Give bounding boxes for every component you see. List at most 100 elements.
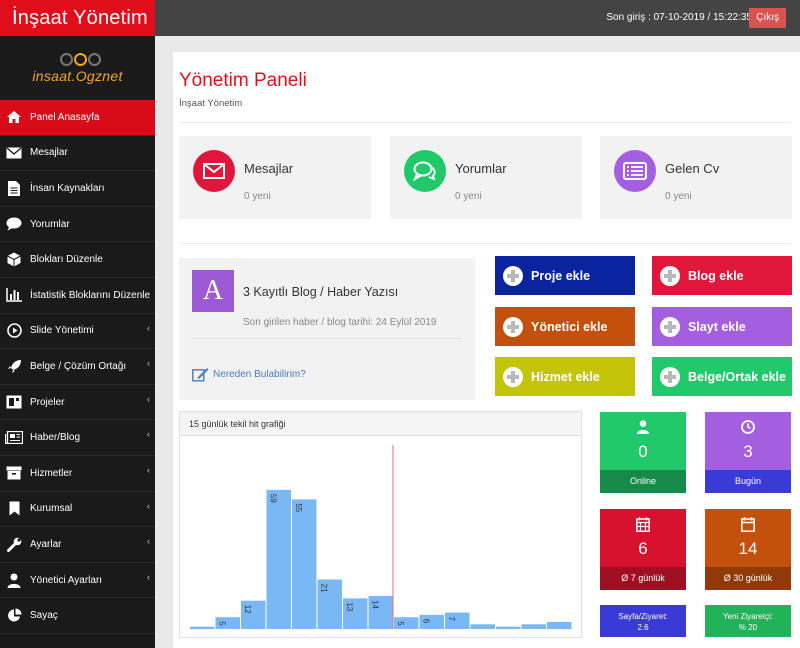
- sidebar-item-insan-kaynaklari[interactable]: İnsan Kaynakları: [0, 171, 155, 207]
- chart-bar: [496, 626, 521, 629]
- tile-online: 0 Online: [600, 412, 686, 493]
- button-label: Hizmet ekle: [531, 369, 600, 384]
- sidebar-item-label: Ayarlar: [30, 538, 62, 550]
- sidebar-item-slide-yonetimi[interactable]: Slide Yönetimi ‹: [0, 314, 155, 350]
- sidebar-item-ayarlar[interactable]: Ayarlar ‹: [0, 527, 155, 563]
- proje-ekle-button[interactable]: Proje ekle: [495, 256, 635, 295]
- chart-bar: [266, 489, 291, 629]
- hit-chart: 5 12 59 55 21 13 14 5 6 7: [190, 445, 572, 629]
- blog-last-date: Son girilen haber / blog tarihi: 24 Eylü…: [243, 317, 437, 328]
- sidebar-item-sayac[interactable]: Sayaç: [0, 598, 155, 634]
- chevron-left-icon: ‹: [147, 464, 150, 475]
- sidebar-item-label: Haber/Blog: [30, 432, 81, 444]
- breadcrumb: İnşaat Yönetim: [179, 98, 243, 109]
- stat-card-yorumlar[interactable]: Yorumlar 0 yeni: [390, 136, 582, 219]
- tile-label: Ø 7 günlük: [600, 567, 686, 590]
- mini-tile-label: Sayfa/Ziyaret:: [618, 612, 668, 621]
- sidebar-item-belge-cozum-ortagi[interactable]: Belge / Çözüm Ortağı ‹: [0, 349, 155, 385]
- chart-data-label: 14: [371, 600, 380, 609]
- sidebar-item-label: İstatistik Bloklarını Düzenle: [30, 289, 151, 301]
- sidebar-item-haber-blog[interactable]: Haber/Blog ‹: [0, 420, 155, 456]
- logo-mark: insaat.Ogznet: [28, 50, 128, 86]
- chart-data-label: 21: [320, 584, 329, 593]
- slayt-ekle-button[interactable]: Slayt ekle: [652, 307, 792, 346]
- sidebar-item-projeler[interactable]: Projeler ‹: [0, 385, 155, 421]
- tile-30-gunluk: 14 Ø 30 günlük: [705, 509, 791, 590]
- tile-label: Online: [600, 470, 686, 493]
- bar-chart-icon: [4, 287, 24, 303]
- stat-card-gelen-cv[interactable]: Gelen Cv 0 yeni: [600, 136, 792, 219]
- archive-icon: [4, 465, 24, 481]
- hit-chart-panel: 15 günlük tekil hit grafiği 5 12 59 55 21 13 1…: [179, 411, 582, 638]
- calendar-grid-icon: [600, 517, 686, 532]
- stat-title: Yorumlar: [455, 161, 507, 176]
- tile-value: 6: [638, 539, 648, 558]
- dashboard-panel: Yönetim Paneli İnşaat Yönetim Mesajlar 0…: [173, 52, 800, 648]
- logo-gear-icon: [59, 53, 73, 66]
- tile-label: Bugün: [705, 470, 791, 493]
- button-label: Proje ekle: [531, 268, 591, 283]
- sidebar-item-istatistik-bloklari[interactable]: İstatistik Bloklarını Düzenle: [0, 278, 155, 314]
- belge-ortak-ekle-button[interactable]: Belge/Ortak ekle: [652, 357, 792, 396]
- envelope-icon: [193, 150, 235, 192]
- chevron-left-icon: ‹: [147, 393, 150, 404]
- site-logo[interactable]: insaat.Ogznet: [0, 36, 155, 100]
- stat-count: 0 yeni: [455, 191, 482, 202]
- file-icon: [4, 180, 24, 196]
- brand-title[interactable]: İnşaat Yönetim: [0, 0, 155, 36]
- cv-list-icon: [614, 150, 656, 192]
- page-title: Yönetim Paneli: [179, 70, 307, 91]
- chevron-left-icon: ‹: [147, 571, 150, 582]
- blog-count-title: 3 Kayıtlı Blog / Haber Yazısı: [243, 285, 399, 299]
- chart-data-label: 12: [243, 605, 252, 614]
- where-to-find-link[interactable]: Nereden Bulabilirim?: [192, 367, 306, 382]
- cube-icon: [4, 252, 24, 268]
- chart-bar: [190, 626, 215, 629]
- chevron-left-icon: ‹: [147, 536, 150, 547]
- chevron-left-icon: ‹: [147, 500, 150, 511]
- sidebar-item-kurumsal[interactable]: Kurumsal ‹: [0, 492, 155, 528]
- chart-data-label: 5: [396, 621, 405, 626]
- sidebar-item-label: Belge / Çözüm Ortağı: [30, 360, 127, 372]
- pie-chart-icon: [4, 608, 24, 624]
- stat-count: 0 yeni: [665, 191, 692, 202]
- sidebar-item-yorumlar[interactable]: Yorumlar: [0, 207, 155, 243]
- chevron-left-icon: ‹: [147, 322, 150, 333]
- sidebar-item-yonetici-ayarlari[interactable]: Yönetici Ayarları ‹: [0, 563, 155, 599]
- plus-circle-icon: [660, 316, 680, 337]
- sidebar-item-label: Sayaç: [30, 610, 58, 622]
- sidebar-item-panel-anasayfa[interactable]: Panel Anasayfa: [0, 100, 155, 136]
- chart-data-label: 59: [269, 494, 278, 503]
- chart-title: 15 günlük tekil hit grafiği: [180, 412, 581, 436]
- chart-data-label: 6: [422, 619, 431, 624]
- sidebar-item-mesajlar[interactable]: Mesajlar: [0, 136, 155, 172]
- tile-value: 0: [638, 442, 648, 461]
- blog-ekle-button[interactable]: Blog ekle: [652, 256, 792, 295]
- logo-gear-icon: [87, 53, 101, 66]
- clock-icon: [705, 420, 791, 434]
- tile-bugun: 3 Bugün: [705, 412, 791, 493]
- blog-summary-card: A 3 Kayıtlı Blog / Haber Yazısı Son giri…: [179, 258, 475, 400]
- where-to-find-label: Nereden Bulabilirim?: [213, 369, 306, 380]
- yonetici-ekle-button[interactable]: Yönetici ekle: [495, 307, 635, 346]
- sidebar-item-label: Blokları Düzenle: [30, 254, 103, 266]
- stat-card-mesajlar[interactable]: Mesajlar 0 yeni: [179, 136, 371, 219]
- button-label: Belge/Ortak ekle: [688, 369, 786, 384]
- sidebar-item-bloklari-duzenle[interactable]: Blokları Düzenle: [0, 242, 155, 278]
- tile-sayfa-ziyaret: Sayfa/Ziyaret: 2.6: [600, 605, 686, 637]
- logout-button[interactable]: Çıkış: [749, 8, 786, 28]
- sidebar-item-label: Mesajlar: [30, 147, 68, 159]
- chart-data-label: 7: [447, 617, 456, 622]
- edit-icon: [192, 367, 209, 382]
- newspaper-icon: [4, 430, 24, 446]
- chart-data-label: 5: [218, 621, 227, 626]
- home-icon: [4, 109, 24, 125]
- divider: [179, 243, 791, 244]
- divider: [179, 122, 791, 123]
- hizmet-ekle-button[interactable]: Hizmet ekle: [495, 357, 635, 396]
- wrench-icon: [4, 536, 24, 552]
- chart-data-label: 55: [294, 503, 303, 512]
- comment-icon: [4, 216, 24, 232]
- sidebar-item-hizmetler[interactable]: Hizmetler ‹: [0, 456, 155, 492]
- plus-circle-icon: [503, 265, 523, 286]
